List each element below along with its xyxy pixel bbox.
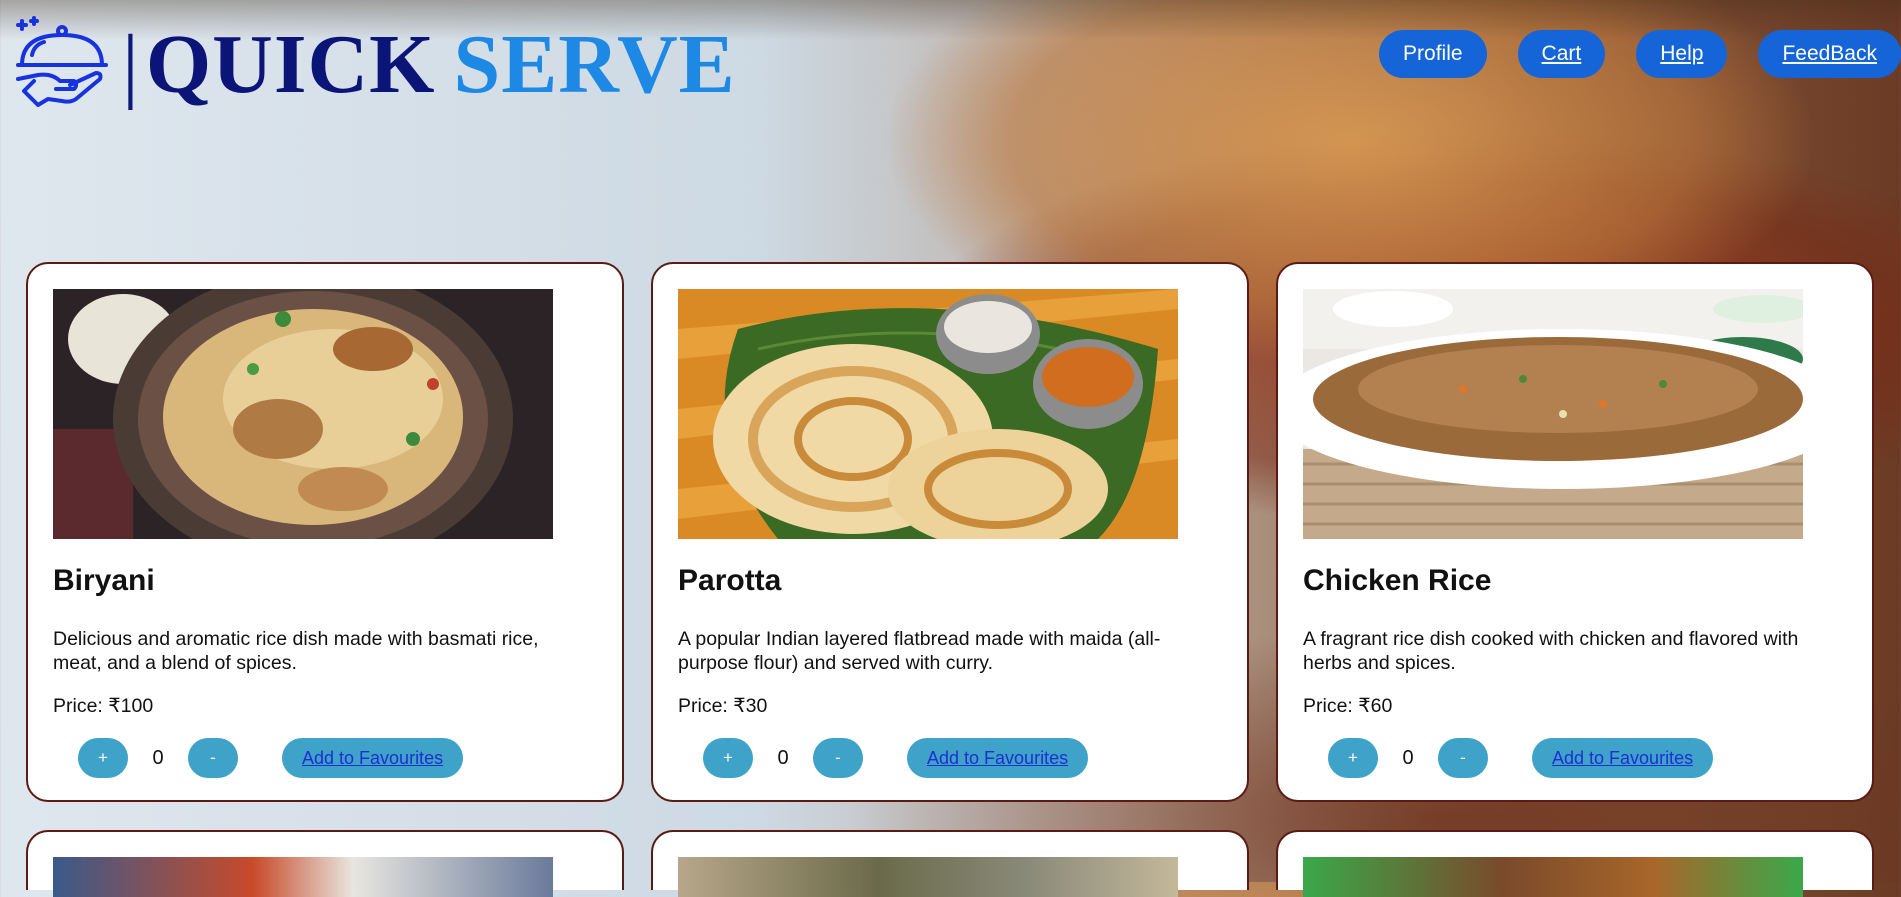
item-title: Biryani [53,564,155,597]
parotta-image [678,289,1178,539]
decrement-button[interactable]: - [188,738,238,778]
add-to-favourites-button[interactable]: Add to Favourites [907,738,1089,778]
nav-profile-button[interactable]: Profile [1379,30,1487,78]
nav-cart-link[interactable]: Cart [1517,30,1606,78]
item-controls: + 0 - Add to Favourites [1328,738,1714,778]
item-title: Chicken Rice [1303,564,1492,597]
nav-help-link[interactable]: Help [1636,30,1728,78]
menu-card-row2-3 [1276,830,1874,897]
food-image-partial [678,857,1178,897]
quantity-value: 0 [777,746,789,769]
menu-card-parotta: Parotta A popular Indian layered flatbre… [651,262,1249,802]
quantity-value: 0 [1402,746,1414,769]
food-image-partial [53,857,553,897]
item-title: Parotta [678,564,782,597]
item-description: A popular Indian layered flatbread made … [678,628,1161,674]
increment-button[interactable]: + [703,738,753,778]
biryani-image [53,289,553,539]
food-image-partial [1303,857,1803,897]
brand-logo[interactable]: |QUICK SERVE [12,15,736,115]
nav-feedback-link[interactable]: FeedBack [1758,30,1901,78]
cloche-hand-icon [16,16,108,107]
menu-card-chicken-rice: Chicken Rice A fragrant rice dish cooked… [1276,262,1874,802]
menu-card-row2-2 [651,830,1249,897]
item-description: Delicious and aromatic rice dish made wi… [53,628,539,674]
add-to-favourites-button[interactable]: Add to Favourites [282,738,464,778]
decrement-button[interactable]: - [813,738,863,778]
brand-divider: | [122,18,140,111]
decrement-button[interactable]: - [1438,738,1488,778]
item-price: Price: ₹100 [53,695,154,717]
item-controls: + 0 - Add to Favourites [703,738,1089,778]
menu-card-biryani: Biryani Delicious and aromatic rice dish… [26,262,624,802]
item-description: A fragrant rice dish cooked with chicken… [1303,628,1799,674]
increment-button[interactable]: + [1328,738,1378,778]
chicken-rice-image [1303,289,1803,539]
quantity-value: 0 [152,746,164,769]
brand-word-serve: SERVE [453,18,736,111]
brand-word-quick: QUICK [145,18,436,111]
add-to-favourites-button[interactable]: Add to Favourites [1532,738,1714,778]
item-controls: + 0 - Add to Favourites [78,738,464,778]
item-price: Price: ₹30 [678,695,768,717]
item-price: Price: ₹60 [1303,695,1393,717]
menu-card-row2-1 [26,830,624,897]
top-nav: Profile Cart Help FeedBack [1348,30,1901,78]
brand-name: |QUICK SERVE [122,23,736,107]
increment-button[interactable]: + [78,738,128,778]
